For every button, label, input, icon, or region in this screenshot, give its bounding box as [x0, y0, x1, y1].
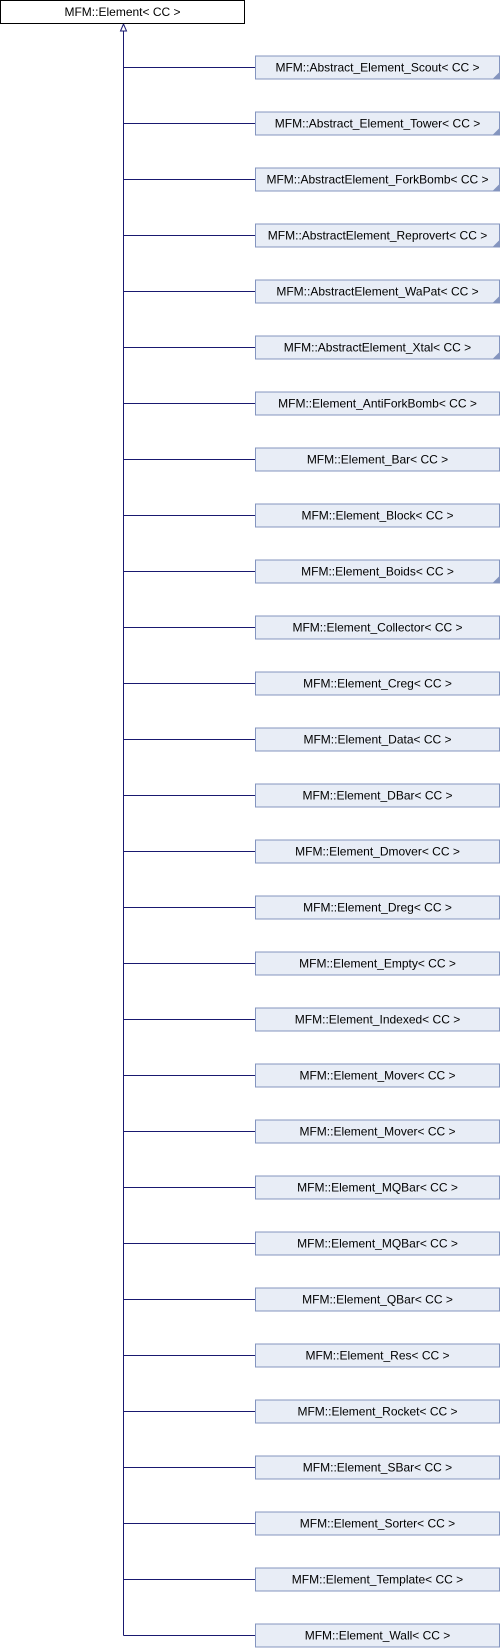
- inheritance-diagram: MFM::Element< CC > MFM::Abstract_Element…: [0, 0, 500, 1648]
- derived-class-label: MFM::Element_AntiForkBomb< CC >: [278, 397, 477, 411]
- derived-class-node[interactable]: MFM::AbstractElement_Xtal< CC >: [255, 335, 500, 360]
- derived-class-node[interactable]: MFM::Abstract_Element_Scout< CC >: [255, 55, 500, 80]
- derived-class-label: MFM::Element_Empty< CC >: [299, 957, 456, 971]
- derived-class-label: MFM::Element_MQBar< CC >: [297, 1237, 458, 1251]
- derived-class-label: MFM::Abstract_Element_Tower< CC >: [275, 117, 480, 131]
- derived-class-label: MFM::Element_Rocket< CC >: [297, 1405, 457, 1419]
- derived-class-label: MFM::Element_MQBar< CC >: [297, 1181, 458, 1195]
- derived-class-node[interactable]: MFM::Element_Boids< CC >: [255, 559, 500, 584]
- derived-class-node[interactable]: MFM::Element_Res< CC >: [255, 1343, 500, 1368]
- base-class-node[interactable]: MFM::Element< CC >: [0, 0, 245, 24]
- derived-class-label: MFM::AbstractElement_WaPat< CC >: [276, 285, 478, 299]
- derived-class-node[interactable]: MFM::Element_Empty< CC >: [255, 951, 500, 976]
- derived-class-label: MFM::Element_Res< CC >: [305, 1349, 449, 1363]
- derived-class-node[interactable]: MFM::Element_Bar< CC >: [255, 447, 500, 472]
- derived-class-label: MFM::Element_SBar< CC >: [303, 1461, 452, 1475]
- derived-class-node[interactable]: MFM::Element_DBar< CC >: [255, 783, 500, 808]
- derived-class-label: MFM::AbstractElement_ForkBomb< CC >: [266, 173, 488, 187]
- derived-class-label: MFM::AbstractElement_Xtal< CC >: [284, 341, 471, 355]
- derived-class-label: MFM::Element_Creg< CC >: [303, 677, 452, 691]
- derived-class-label: MFM::Element_Template< CC >: [292, 1573, 463, 1587]
- derived-class-node[interactable]: MFM::Element_Mover< CC >: [255, 1119, 500, 1144]
- derived-class-node[interactable]: MFM::Element_MQBar< CC >: [255, 1175, 500, 1200]
- derived-class-node[interactable]: MFM::AbstractElement_WaPat< CC >: [255, 279, 500, 304]
- derived-class-label: MFM::Element_Indexed< CC >: [295, 1013, 460, 1027]
- derived-class-node[interactable]: MFM::AbstractElement_Reprovert< CC >: [255, 223, 500, 248]
- derived-class-node[interactable]: MFM::Abstract_Element_Tower< CC >: [255, 111, 500, 136]
- derived-class-label: MFM::Element_Mover< CC >: [299, 1069, 455, 1083]
- inheritance-arrowhead: [119, 22, 128, 32]
- derived-class-node[interactable]: MFM::Element_QBar< CC >: [255, 1287, 500, 1312]
- derived-class-label: MFM::Element_Dreg< CC >: [303, 901, 452, 915]
- derived-class-node[interactable]: MFM::Element_Mover< CC >: [255, 1063, 500, 1088]
- derived-class-node[interactable]: MFM::AbstractElement_ForkBomb< CC >: [255, 167, 500, 192]
- derived-class-label: MFM::Element_Wall< CC >: [305, 1629, 451, 1643]
- derived-class-node[interactable]: MFM::Element_Collector< CC >: [255, 615, 500, 640]
- derived-class-label: MFM::Element_Collector< CC >: [292, 621, 462, 635]
- derived-class-label: MFM::Element_Dmover< CC >: [295, 845, 460, 859]
- derived-class-node[interactable]: MFM::Element_Data< CC >: [255, 727, 500, 752]
- derived-class-list: MFM::Abstract_Element_Scout< CC >MFM::Ab…: [123, 55, 500, 1648]
- derived-class-label: MFM::Element_Mover< CC >: [299, 1125, 455, 1139]
- derived-class-node[interactable]: MFM::Element_Block< CC >: [255, 503, 500, 528]
- derived-class-node[interactable]: MFM::Element_Wall< CC >: [255, 1623, 500, 1648]
- derived-class-label: MFM::Element_Sorter< CC >: [300, 1517, 455, 1531]
- derived-class-node[interactable]: MFM::Element_Creg< CC >: [255, 671, 500, 696]
- derived-class-node[interactable]: MFM::Element_Dmover< CC >: [255, 839, 500, 864]
- derived-class-label: MFM::Element_Block< CC >: [301, 509, 453, 523]
- derived-class-label: MFM::Element_Bar< CC >: [307, 453, 448, 467]
- derived-class-label: MFM::Abstract_Element_Scout< CC >: [275, 61, 479, 75]
- derived-class-node[interactable]: MFM::Element_AntiForkBomb< CC >: [255, 391, 500, 416]
- derived-class-node[interactable]: MFM::Element_Template< CC >: [255, 1567, 500, 1592]
- derived-class-node[interactable]: MFM::Element_SBar< CC >: [255, 1455, 500, 1480]
- derived-class-node[interactable]: MFM::Element_Dreg< CC >: [255, 895, 500, 920]
- derived-class-label: MFM::Element_QBar< CC >: [302, 1293, 453, 1307]
- derived-class-label: MFM::Element_Data< CC >: [303, 733, 451, 747]
- derived-class-node[interactable]: MFM::Element_Indexed< CC >: [255, 1007, 500, 1032]
- derived-class-node[interactable]: MFM::Element_Sorter< CC >: [255, 1511, 500, 1536]
- derived-class-node[interactable]: MFM::Element_Rocket< CC >: [255, 1399, 500, 1424]
- derived-class-label: MFM::Element_DBar< CC >: [302, 789, 452, 803]
- derived-class-label: MFM::Element_Boids< CC >: [301, 565, 454, 579]
- derived-class-node[interactable]: MFM::Element_MQBar< CC >: [255, 1231, 500, 1256]
- derived-class-label: MFM::AbstractElement_Reprovert< CC >: [268, 229, 487, 243]
- base-class-label: MFM::Element< CC >: [64, 5, 180, 19]
